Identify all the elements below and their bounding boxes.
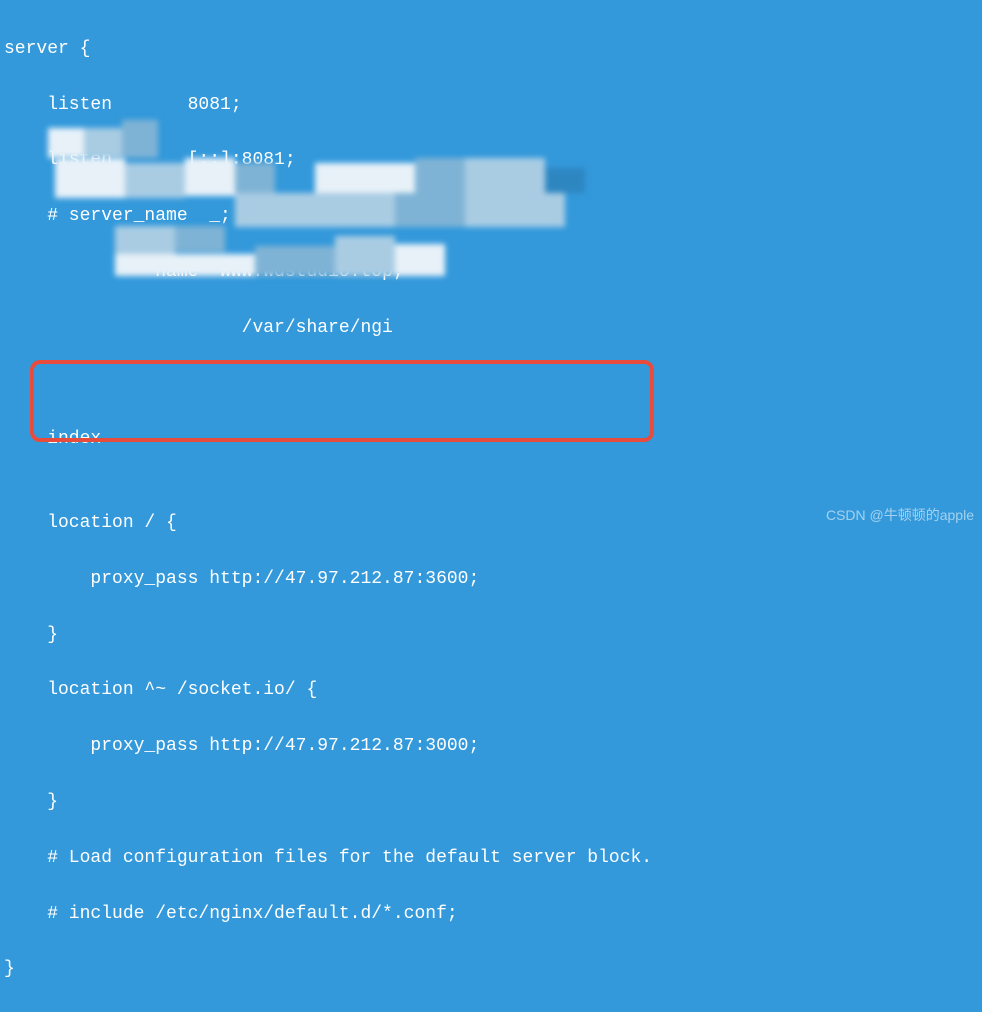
- code-line: proxy_pass http://47.97.212.87:3600;: [0, 566, 982, 594]
- code-line: }: [0, 622, 982, 650]
- redaction-block-1: [48, 120, 158, 160]
- code-line: /var/share/ngi: [0, 315, 982, 343]
- code-line: # Load configuration files for the defau…: [0, 845, 982, 873]
- code-line: server {: [0, 36, 982, 64]
- code-line: listen 8081;: [0, 92, 982, 120]
- code-line: # include /etc/nginx/default.d/*.conf;: [0, 901, 982, 929]
- code-line: index: [0, 426, 982, 454]
- redaction-block-3: [115, 226, 545, 276]
- watermark: CSDN @牛顿顿的apple: [826, 505, 974, 527]
- code-line-highlighted: proxy_pass http://47.97.212.87:3000;: [0, 733, 982, 761]
- code-line-highlighted: }: [0, 789, 982, 817]
- code-line-highlighted: location ^~ /socket.io/ {: [0, 677, 982, 705]
- redaction-block-2: [55, 158, 655, 228]
- code-line: }: [0, 956, 982, 984]
